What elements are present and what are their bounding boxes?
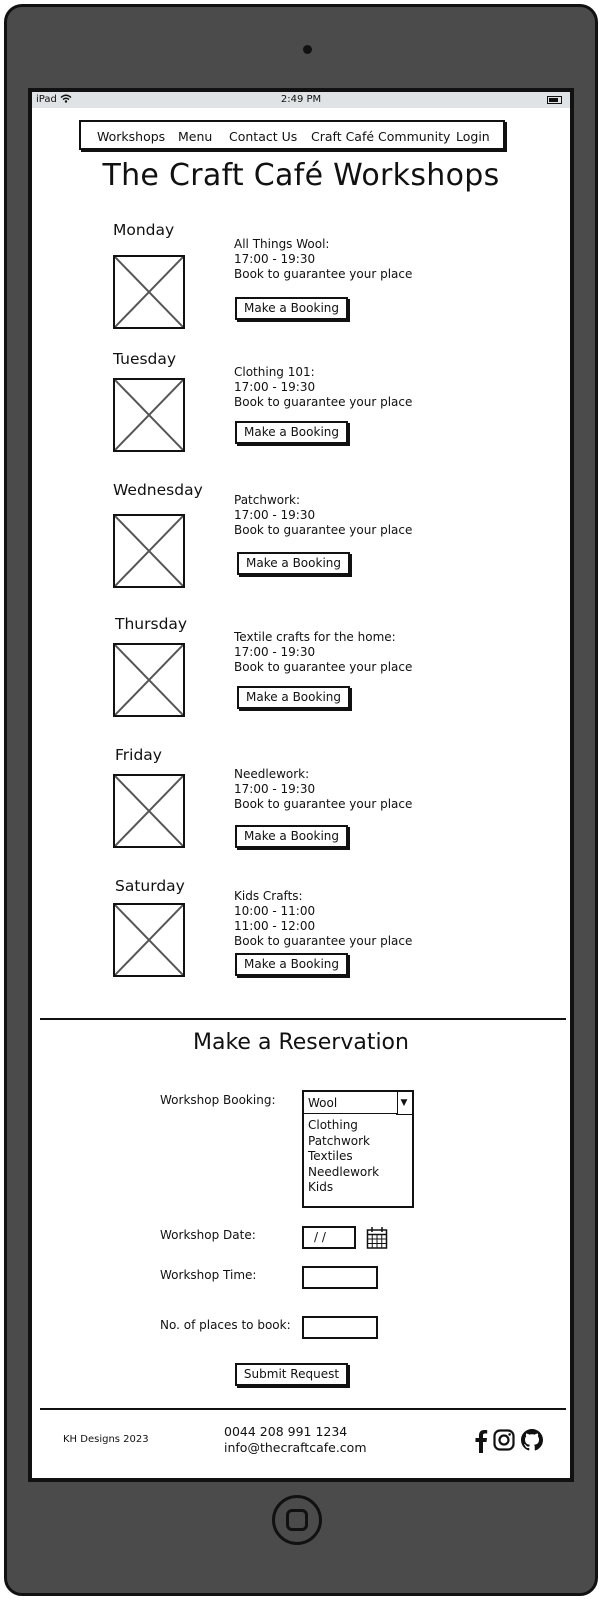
day-heading: Friday [115,746,162,764]
home-button[interactable] [272,1495,322,1545]
top-nav: Workshops Menu Contact Us Craft Café Com… [79,120,505,150]
image-placeholder [113,514,185,588]
footer-divider [40,1408,566,1410]
workshop-detail: 17:00 - 19:30 [234,252,316,266]
footer-email[interactable]: info@thecraftcafe.com [224,1440,367,1456]
workshop-name: Textile crafts for the home: [234,630,396,644]
screen: iPad 2:49 PM Workshops Menu Contact Us C… [28,88,574,1482]
workshop-date-label: Workshop Date: [160,1228,256,1242]
facebook-icon[interactable] [474,1429,488,1453]
make-booking-button[interactable]: Make a Booking [235,825,348,848]
camera [303,45,312,54]
make-booking-button[interactable]: Make a Booking [235,421,348,444]
status-time: 2:49 PM [280,94,322,105]
workshop-detail: Book to guarantee your place [234,267,413,281]
workshop-detail: Book to guarantee your place [234,934,413,948]
day-heading: Monday [113,221,175,239]
day-heading: Tuesday [113,350,177,368]
workshop-detail: Book to guarantee your place [234,395,413,409]
footer-contact: 0044 208 991 1234 info@thecraftcafe.com [224,1424,367,1456]
workshop-detail: 17:00 - 19:30 [234,645,316,659]
workshop-booking-label: Workshop Booking: [160,1093,276,1107]
nav-menu[interactable]: Menu [178,129,212,144]
image-placeholder [113,378,185,452]
workshop-info: Patchwork: 17:00 - 19:30 Book to guarantee… [234,493,412,538]
workshop-detail: 10:00 - 11:00 [234,904,316,918]
day-heading: Saturday [115,877,185,895]
submit-request-button[interactable]: Submit Request [235,1363,348,1386]
workshop-option[interactable]: Clothing [308,1118,379,1134]
image-placeholder [113,774,185,848]
instagram-icon[interactable] [493,1429,515,1451]
workshop-select-value[interactable]: Wool [304,1092,398,1114]
workshop-detail: 17:00 - 19:30 [234,508,316,522]
reservation-title: Make a Reservation [193,1030,409,1055]
workshop-info: Textile crafts for the home: 17:00 - 19:3… [234,630,412,675]
workshop-detail: Book to guarantee your place [234,797,413,811]
nav-craft-cafe-community[interactable]: Craft Café Community [311,129,450,144]
nav-contact-us[interactable]: Contact Us [229,129,297,144]
workshop-detail: 17:00 - 19:30 [234,782,316,796]
status-bar: iPad 2:49 PM [32,92,570,108]
chevron-down-icon[interactable]: ▼ [396,1092,412,1115]
workshop-name: All Things Wool: [234,237,330,251]
make-booking-button[interactable]: Make a Booking [235,297,348,320]
workshop-detail: 11:00 - 12:00 [234,919,316,933]
image-placeholder [113,903,185,977]
workshop-option[interactable]: Kids [308,1180,379,1196]
workshop-info: Kids Crafts: 10:00 - 11:00 11:00 - 12:00 Bo… [234,889,412,949]
day-heading: Thursday [115,615,188,633]
workshop-name: Clothing 101: [234,365,315,379]
calendar-icon[interactable] [366,1226,388,1250]
battery-icon [547,96,562,104]
make-booking-button[interactable]: Make a Booking [237,552,350,575]
make-booking-button[interactable]: Make a Booking [235,953,348,976]
places-input[interactable] [302,1316,378,1339]
workshop-options: Clothing Patchwork Textiles Needlework Kids [308,1118,379,1196]
workshop-time-label: Workshop Time: [160,1268,257,1282]
workshop-info: All Things Wool: 17:00 - 19:30 Book to gua… [234,237,412,282]
footer-phone[interactable]: 0044 208 991 1234 [224,1424,367,1440]
github-icon[interactable] [521,1429,543,1451]
workshop-detail: 17:00 - 19:30 [234,380,316,394]
image-placeholder [113,643,185,717]
divider [40,1018,566,1020]
workshop-detail: Book to guarantee your place [234,523,413,537]
page-title: The Craft Café Workshops [102,158,500,193]
workshop-detail: Book to guarantee your place [234,660,413,674]
workshop-info: Clothing 101: 17:00 - 19:30 Book to guaran… [234,365,412,410]
nav-workshops[interactable]: Workshops [97,129,165,144]
make-booking-button[interactable]: Make a Booking [237,686,350,709]
workshop-option[interactable]: Textiles [308,1149,379,1165]
nav-login[interactable]: Login [456,129,490,144]
workshop-name: Kids Crafts: [234,889,303,903]
date-input[interactable]: / / [302,1226,356,1249]
workshop-info: Needlework: 17:00 - 19:30 Book to guarante… [234,767,412,812]
places-label: No. of places to book: [160,1318,291,1332]
image-placeholder [113,255,185,329]
workshop-option[interactable]: Needlework [308,1165,379,1181]
workshop-select[interactable]: Wool ▼ Clothing Patchwork Textiles Needlewo… [302,1090,414,1208]
workshop-name: Needlework: [234,767,310,781]
day-heading: Wednesday [113,481,203,499]
workshop-option[interactable]: Patchwork [308,1134,379,1150]
workshop-name: Patchwork: [234,493,301,507]
time-input[interactable] [302,1266,378,1289]
footer-brand: KH Designs 2023 [63,1434,149,1445]
